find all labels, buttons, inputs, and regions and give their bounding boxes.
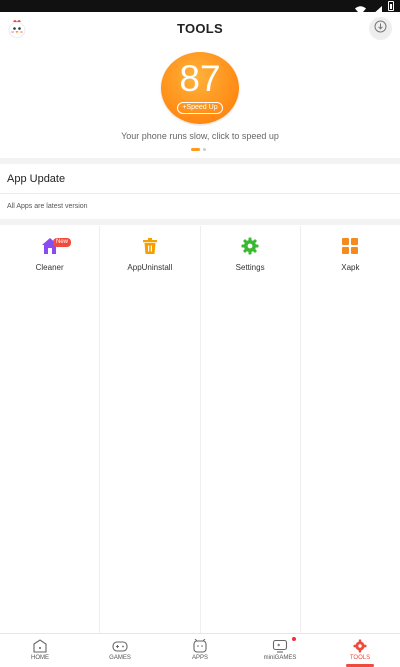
pager-dot-active <box>191 148 200 151</box>
gamepad-icon <box>112 639 128 653</box>
gear-icon <box>241 237 259 255</box>
signal-icon <box>372 2 382 15</box>
tools-grid: New Cleaner AppUninstall Settings Xapk <box>0 226 400 633</box>
battery-icon <box>388 1 394 11</box>
nav-label: HOME <box>31 655 49 661</box>
speed-score-circle[interactable]: 87 +Speed Up <box>161 52 239 124</box>
nav-home[interactable]: HOME <box>0 634 80 667</box>
section-divider <box>0 158 400 164</box>
section-divider <box>0 219 400 225</box>
divider <box>0 193 400 194</box>
nav-tools[interactable]: TOOLS <box>320 634 400 667</box>
tool-settings[interactable]: Settings <box>201 226 301 633</box>
nav-label: TOOLS <box>349 655 371 661</box>
home-icon <box>32 639 48 653</box>
nav-minigames[interactable]: miniGAMES <box>240 634 320 667</box>
speed-up-button[interactable]: +Speed Up <box>177 102 223 114</box>
nav-apps[interactable]: APPS <box>160 634 240 667</box>
download-icon <box>374 20 387 38</box>
tool-label: AppUninstall <box>127 263 173 272</box>
app-update-title[interactable]: App Update <box>7 173 65 185</box>
page-title: TOOLS <box>176 21 224 36</box>
bottom-nav: HOME GAMES APPS miniGAMES TOOLS <box>0 633 400 667</box>
speed-hint-text[interactable]: Your phone runs slow, click to speed up <box>0 131 400 141</box>
tools-gear-icon <box>352 639 368 653</box>
speed-score-panel: 87 +Speed Up Your phone runs slow, click… <box>0 52 400 152</box>
tool-label: Xapk <box>341 263 360 272</box>
notification-dot <box>292 637 296 641</box>
grid-icon <box>341 237 359 255</box>
status-bar <box>0 0 400 15</box>
tool-cleaner[interactable]: New Cleaner <box>0 226 101 633</box>
apps-icon <box>192 638 208 653</box>
nav-label: APPS <box>191 655 208 661</box>
download-button[interactable] <box>369 17 392 40</box>
speed-score-value: 87 <box>179 58 221 99</box>
header: TOOLS <box>0 12 400 46</box>
tool-xapk[interactable]: Xapk <box>301 226 400 633</box>
app-update-status: All Apps are latest version <box>7 203 88 210</box>
nav-label: miniGAMES <box>263 655 297 661</box>
tool-label: Cleaner <box>35 263 64 272</box>
pager-dot <box>203 148 206 151</box>
nav-games[interactable]: GAMES <box>80 634 160 667</box>
pager-indicator <box>191 148 206 151</box>
nav-label: GAMES <box>109 655 131 661</box>
minigames-icon <box>272 639 288 653</box>
trash-icon <box>141 237 159 255</box>
wifi-icon <box>355 2 366 15</box>
tool-app-uninstall[interactable]: AppUninstall <box>100 226 201 633</box>
new-badge: New <box>53 238 71 247</box>
tool-label: Settings <box>235 263 265 272</box>
